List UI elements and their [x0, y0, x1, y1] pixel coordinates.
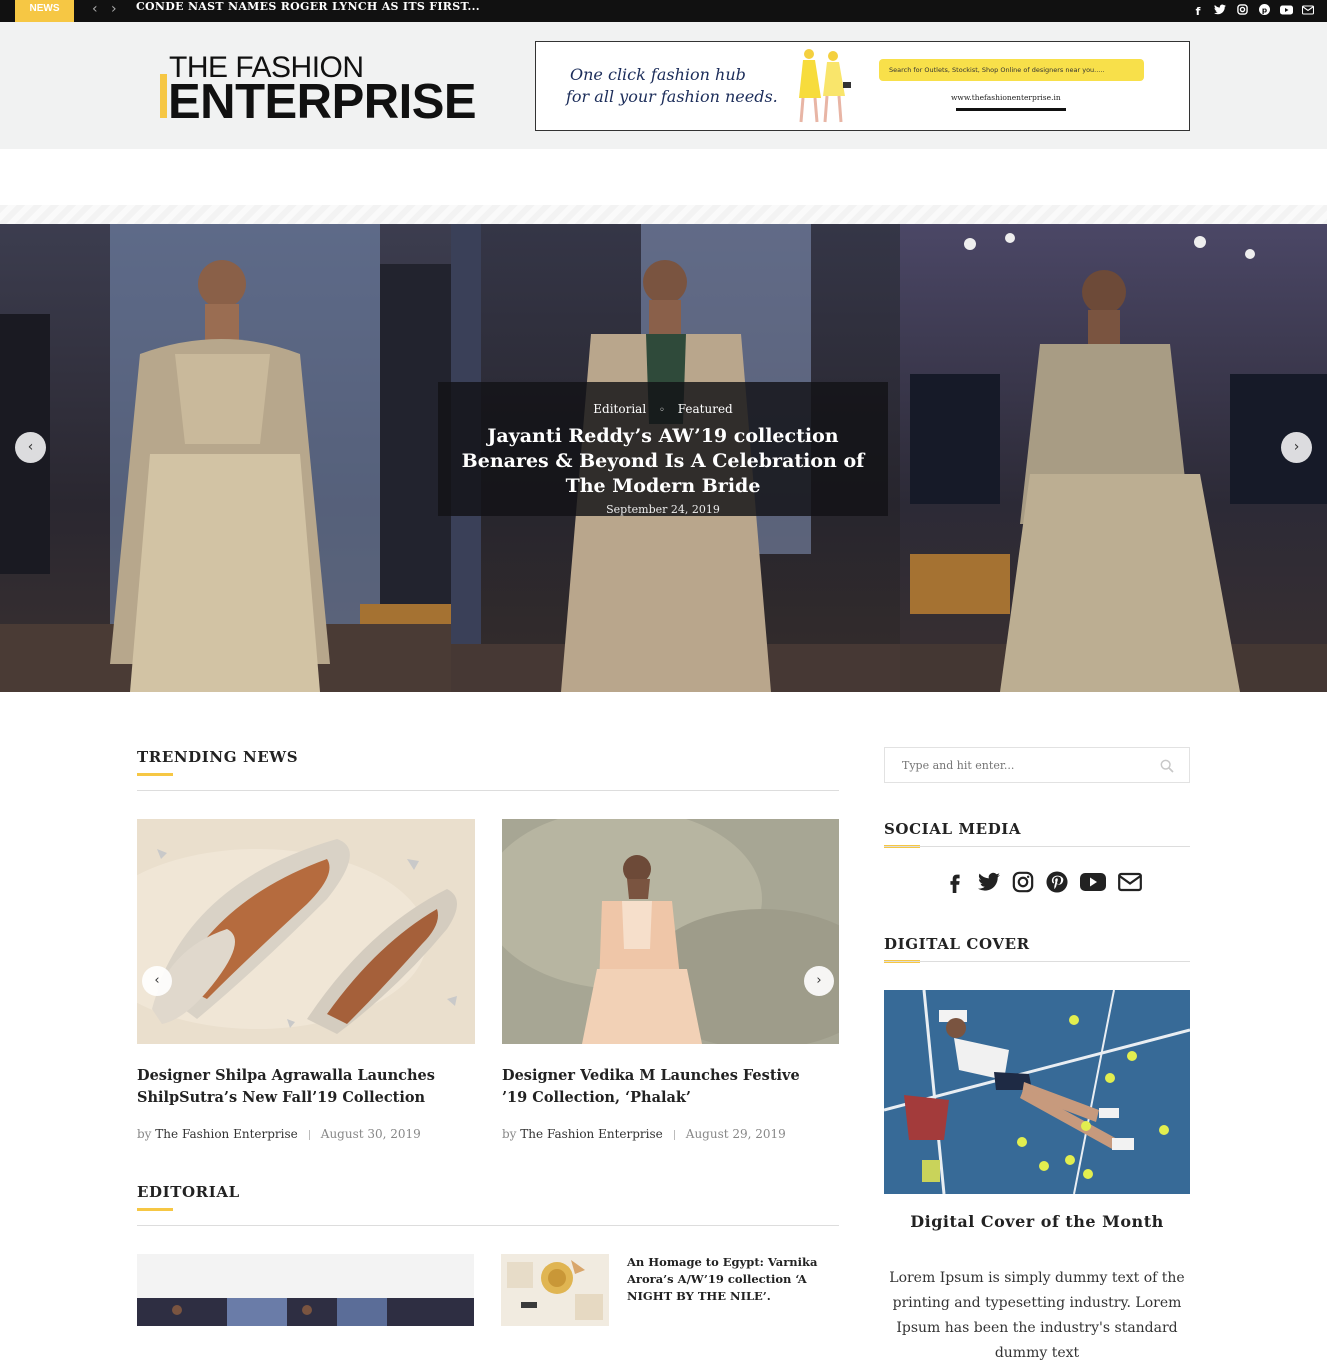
digital-cover-image[interactable] — [884, 990, 1190, 1194]
digital-cover-heading: DIGITAL COVER — [884, 935, 1030, 953]
trending-rule — [137, 790, 839, 791]
editorial-heading: EDITORIAL — [137, 1183, 240, 1201]
youtube-icon[interactable] — [1279, 5, 1293, 18]
ticker-prev-button[interactable]: ‹ — [92, 0, 98, 22]
site-header: THE FASHION ENTERPRISE One click fashion… — [0, 22, 1327, 149]
slide-caption[interactable]: Editorial ◦ Featured Jayanti Reddy’s AW’… — [438, 382, 888, 516]
category-link-editorial[interactable]: Editorial — [593, 402, 646, 416]
facebook-icon[interactable]: f — [1191, 5, 1205, 18]
slide-date: September 24, 2019 — [606, 503, 720, 516]
youtube-icon[interactable] — [1080, 871, 1106, 893]
editorial-side-thumbnail[interactable] — [501, 1254, 609, 1326]
logo-text-bottom: ENTERPRISE — [168, 75, 477, 129]
instagram-icon[interactable] — [1012, 871, 1034, 893]
post-date: August 29, 2019 — [685, 1127, 786, 1141]
instagram-icon[interactable] — [1235, 4, 1249, 18]
trending-next-button[interactable]: › — [804, 966, 834, 996]
category-link-featured[interactable]: Featured — [678, 402, 733, 416]
top-bar: NEWS ‹ › CONDE NAST NAMES ROGER LYNCH AS… — [0, 0, 1327, 22]
top-social-links: f p — [1191, 0, 1315, 22]
editorial-main-thumbnail[interactable] — [137, 1254, 474, 1326]
post-meta-vedika: by The Fashion Enterprise August 29, 2019 — [502, 1127, 786, 1141]
svg-text:p: p — [1261, 5, 1266, 14]
trending-news-heading: TRENDING NEWS — [137, 748, 299, 766]
featured-slider: Editorial ◦ Featured Jayanti Reddy’s AW’… — [0, 224, 1327, 692]
slider-top-stripes — [0, 205, 1327, 224]
logo-accent-bar — [160, 74, 167, 118]
sidebar-social-links — [944, 871, 1142, 893]
sidebar-search — [884, 747, 1190, 783]
banner-illustration — [799, 49, 851, 123]
slider-next-button[interactable]: › — [1281, 432, 1312, 463]
mail-icon[interactable] — [1118, 871, 1142, 893]
slider-prev-button[interactable]: ‹ — [15, 432, 46, 463]
site-logo[interactable]: THE FASHION ENTERPRISE — [160, 52, 480, 127]
editorial-underline — [137, 1208, 173, 1211]
twitter-icon[interactable] — [1213, 4, 1227, 18]
post-title-shilpa[interactable]: Designer Shilpa Agrawalla Launches Shilp… — [137, 1065, 437, 1109]
post-author-link[interactable]: The Fashion Enterprise — [520, 1127, 662, 1141]
twitter-icon[interactable] — [978, 871, 1000, 893]
banner-tagline: One click fashion hub for all your fashi… — [566, 65, 778, 106]
slide-categories: Editorial ◦ Featured — [438, 402, 888, 416]
category-separator: ◦ — [659, 405, 665, 416]
ticker-next-button[interactable]: › — [111, 0, 117, 22]
post-thumbnail-shilpa[interactable] — [137, 819, 475, 1044]
mail-icon[interactable] — [1301, 4, 1315, 18]
post-title-vedika[interactable]: Designer Vedika M Launches Festive ’19 C… — [502, 1065, 812, 1109]
editorial-rule — [137, 1225, 839, 1226]
slide-title[interactable]: Jayanti Reddy’s AW’19 collection Benares… — [438, 424, 888, 499]
digital-cover-description: Lorem Ipsum is simply dummy text of the … — [889, 1270, 1185, 1361]
banner-search-bar: Search for Outlets, Stockist, Shop Onlin… — [879, 59, 1144, 81]
banner-url: www.thefashionenterprise.in — [951, 93, 1061, 102]
digital-cover-title[interactable]: Digital Cover of the Month — [884, 1212, 1190, 1231]
editorial-side-post-title[interactable]: An Homage to Egypt: Varnika Arora’s A/W’… — [627, 1254, 839, 1305]
post-author-link[interactable]: The Fashion Enterprise — [155, 1127, 297, 1141]
search-input[interactable] — [885, 748, 1135, 782]
slide-image-left[interactable] — [0, 224, 451, 692]
pinterest-icon[interactable] — [1046, 871, 1068, 893]
banner-underline — [956, 108, 1066, 111]
slide-image-right[interactable] — [900, 224, 1327, 692]
pinterest-icon[interactable]: p — [1257, 4, 1271, 18]
post-meta-shilpa: by The Fashion Enterprise August 30, 2019 — [137, 1127, 421, 1141]
social-media-heading: SOCIAL MEDIA — [884, 820, 1022, 838]
cover-rule — [884, 961, 1190, 962]
social-rule — [884, 846, 1190, 847]
post-date: August 30, 2019 — [320, 1127, 421, 1141]
news-ticker-headline[interactable]: CONDE NAST NAMES ROGER LYNCH AS ITS FIRS… — [136, 0, 480, 22]
post-thumbnail-vedika[interactable] — [502, 819, 839, 1044]
facebook-icon[interactable] — [944, 871, 966, 893]
search-icon[interactable] — [1159, 758, 1175, 774]
advert-banner[interactable]: One click fashion hub for all your fashi… — [535, 41, 1190, 131]
trending-prev-button[interactable]: ‹ — [142, 966, 172, 996]
news-badge: NEWS — [15, 0, 74, 22]
trending-underline — [137, 773, 173, 776]
